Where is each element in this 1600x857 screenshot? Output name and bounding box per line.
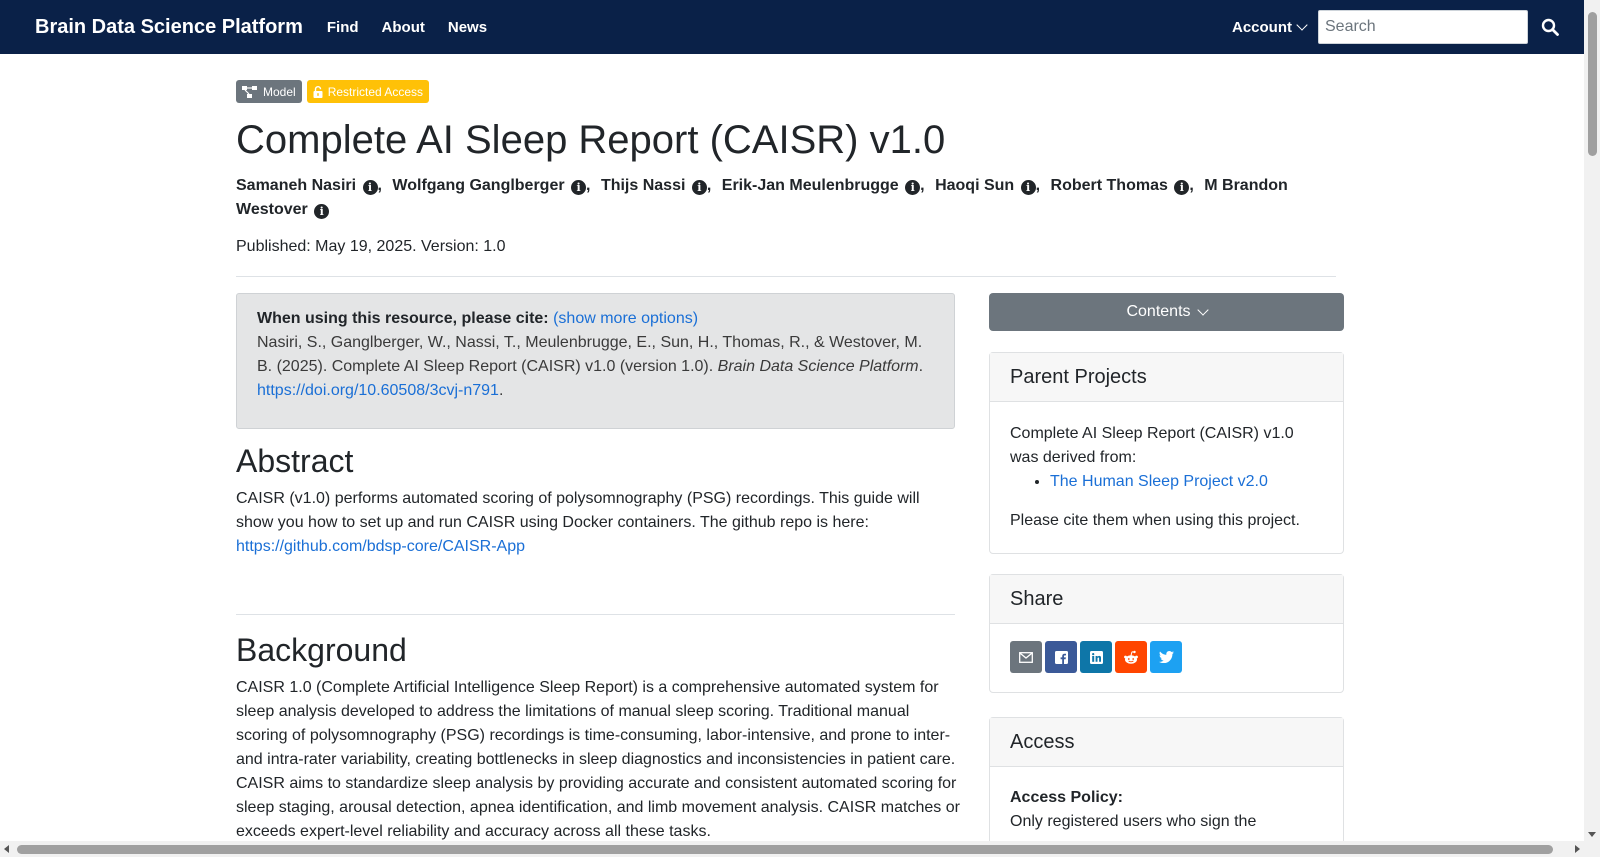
- contents-label: Contents: [1126, 303, 1191, 320]
- published-info: Published: May 19, 2025. Version: 1.0: [236, 238, 506, 255]
- scroll-left-arrow-icon[interactable]: [4, 845, 9, 853]
- citation-punct: .: [498, 382, 504, 399]
- divider: [236, 614, 955, 615]
- share-buttons: [1010, 641, 1323, 673]
- info-icon[interactable]: i: [1174, 180, 1190, 195]
- chevron-down-icon: [1296, 19, 1308, 31]
- parent-project-link[interactable]: The Human Sleep Project v2.0: [1050, 473, 1268, 490]
- author-name[interactable]: Erik-Jan Meulenbrugge: [722, 177, 899, 194]
- search-input[interactable]: [1318, 10, 1528, 44]
- author-item: Haoqi Sun i,: [935, 177, 1041, 195]
- facebook-icon: [1054, 650, 1068, 664]
- info-icon[interactable]: i: [571, 180, 587, 195]
- chevron-down-icon: [1196, 304, 1209, 316]
- navbar-right: Account: [1232, 0, 1584, 54]
- envelope-icon: [1019, 651, 1033, 663]
- author-item: Wolfgang Ganglberger i,: [392, 177, 591, 195]
- share-email-button[interactable]: [1010, 641, 1042, 673]
- nav-about[interactable]: About: [382, 19, 425, 36]
- main-content: Model Restricted Access Complete AI Slee…: [0, 54, 1584, 841]
- info-icon[interactable]: i: [314, 204, 330, 219]
- share-facebook-button[interactable]: [1045, 641, 1077, 673]
- parent-projects-heading: Parent Projects: [990, 353, 1343, 402]
- author-item: Robert Thomas i,: [1050, 177, 1194, 195]
- citation-lead: When using this resource, please cite:: [257, 310, 549, 327]
- account-label: Account: [1232, 18, 1292, 36]
- restricted-access-badge: Restricted Access: [306, 80, 430, 103]
- share-reddit-button[interactable]: [1115, 641, 1147, 673]
- horizontal-scroll-thumb[interactable]: [17, 845, 1553, 854]
- list-item: The Human Sleep Project v2.0: [1050, 470, 1323, 494]
- scroll-right-arrow-icon[interactable]: [1575, 845, 1580, 853]
- nav-find[interactable]: Find: [327, 19, 359, 36]
- author-name[interactable]: Wolfgang Ganglberger: [392, 177, 564, 194]
- info-icon[interactable]: i: [362, 180, 378, 195]
- linkedin-icon: [1089, 650, 1103, 664]
- share-linkedin-button[interactable]: [1080, 641, 1112, 673]
- abstract-heading: Abstract: [236, 443, 354, 479]
- author-name[interactable]: Robert Thomas: [1051, 177, 1168, 194]
- account-dropdown[interactable]: Account: [1232, 18, 1308, 36]
- citation-doi-link[interactable]: https://doi.org/10.60508/3cvj-n791: [257, 382, 499, 399]
- badge-row: Model Restricted Access: [236, 80, 430, 103]
- access-policy-label: Access Policy:: [1010, 789, 1123, 806]
- info-icon[interactable]: i: [905, 180, 921, 195]
- page-title: Complete AI Sleep Report (CAISR) v1.0: [236, 118, 946, 162]
- parent-projects-list: The Human Sleep Project v2.0: [1050, 470, 1323, 494]
- citation-box: When using this resource, please cite: (…: [236, 293, 955, 429]
- access-heading: Access: [990, 718, 1343, 767]
- unlock-icon: [313, 85, 323, 98]
- citation-punct: .: [918, 358, 924, 375]
- parent-projects-text: Complete AI Sleep Report (CAISR) v1.0 wa…: [1010, 425, 1294, 466]
- brand-link[interactable]: Brain Data Science Platform: [35, 16, 303, 39]
- access-body: Access Policy: Only registered users who…: [990, 767, 1343, 841]
- parent-projects-body: Complete AI Sleep Report (CAISR) v1.0 wa…: [990, 402, 1343, 553]
- nav-news[interactable]: News: [448, 19, 487, 36]
- abstract-text: CAISR (v1.0) performs automated scoring …: [236, 487, 946, 559]
- author-name[interactable]: Thijs Nassi: [601, 177, 685, 194]
- restricted-badge-label: Restricted Access: [327, 84, 424, 99]
- scroll-down-arrow-icon[interactable]: [1588, 832, 1596, 837]
- reddit-icon: [1124, 650, 1138, 664]
- model-badge: Model: [236, 80, 302, 103]
- horizontal-scrollbar[interactable]: [0, 841, 1584, 857]
- parent-projects-card: Parent Projects Complete AI Sleep Report…: [989, 352, 1344, 554]
- author-item: Samaneh Nasiri i,: [236, 177, 382, 195]
- contents-dropdown-button[interactable]: Contents: [989, 293, 1344, 331]
- abstract-body: CAISR (v1.0) performs automated scoring …: [236, 490, 920, 531]
- share-heading: Share: [990, 575, 1343, 624]
- share-body: [990, 624, 1343, 692]
- twitter-icon: [1158, 651, 1174, 663]
- author-name[interactable]: Haoqi Sun: [935, 177, 1014, 194]
- share-twitter-button[interactable]: [1150, 641, 1182, 673]
- model-badge-label: Model: [263, 84, 296, 99]
- info-icon[interactable]: i: [1020, 180, 1036, 195]
- citation-journal: Brain Data Science Platform: [717, 358, 919, 375]
- author-list: Samaneh Nasiri i, Wolfgang Ganglberger i…: [236, 174, 1336, 222]
- search-icon: [1541, 18, 1559, 36]
- access-card: Access Access Policy: Only registered us…: [989, 717, 1344, 841]
- author-name[interactable]: Samaneh Nasiri: [236, 177, 356, 194]
- github-repo-link[interactable]: https://github.com/bdsp-core/CAISR-App: [236, 538, 525, 555]
- parent-projects-footer: Please cite them when using this project…: [1010, 512, 1300, 529]
- vertical-scroll-thumb[interactable]: [1588, 12, 1597, 156]
- background-heading: Background: [236, 632, 407, 668]
- author-item: Erik-Jan Meulenbrugge i,: [721, 177, 925, 195]
- share-card: Share: [989, 574, 1344, 693]
- info-icon[interactable]: i: [691, 180, 707, 195]
- top-navbar: Brain Data Science Platform Find About N…: [0, 0, 1584, 54]
- author-item: Thijs Nassi i,: [600, 177, 712, 195]
- access-policy-text: Only registered users who sign the: [1010, 813, 1257, 830]
- show-more-options-link[interactable]: (show more options): [553, 310, 698, 327]
- model-icon: [242, 85, 257, 98]
- vertical-scrollbar[interactable]: [1584, 0, 1600, 841]
- search-button[interactable]: [1528, 10, 1572, 44]
- divider: [236, 276, 1336, 277]
- background-text: CAISR 1.0 (Complete Artificial Intellige…: [236, 679, 960, 840]
- scrollbar-corner: [1584, 841, 1600, 857]
